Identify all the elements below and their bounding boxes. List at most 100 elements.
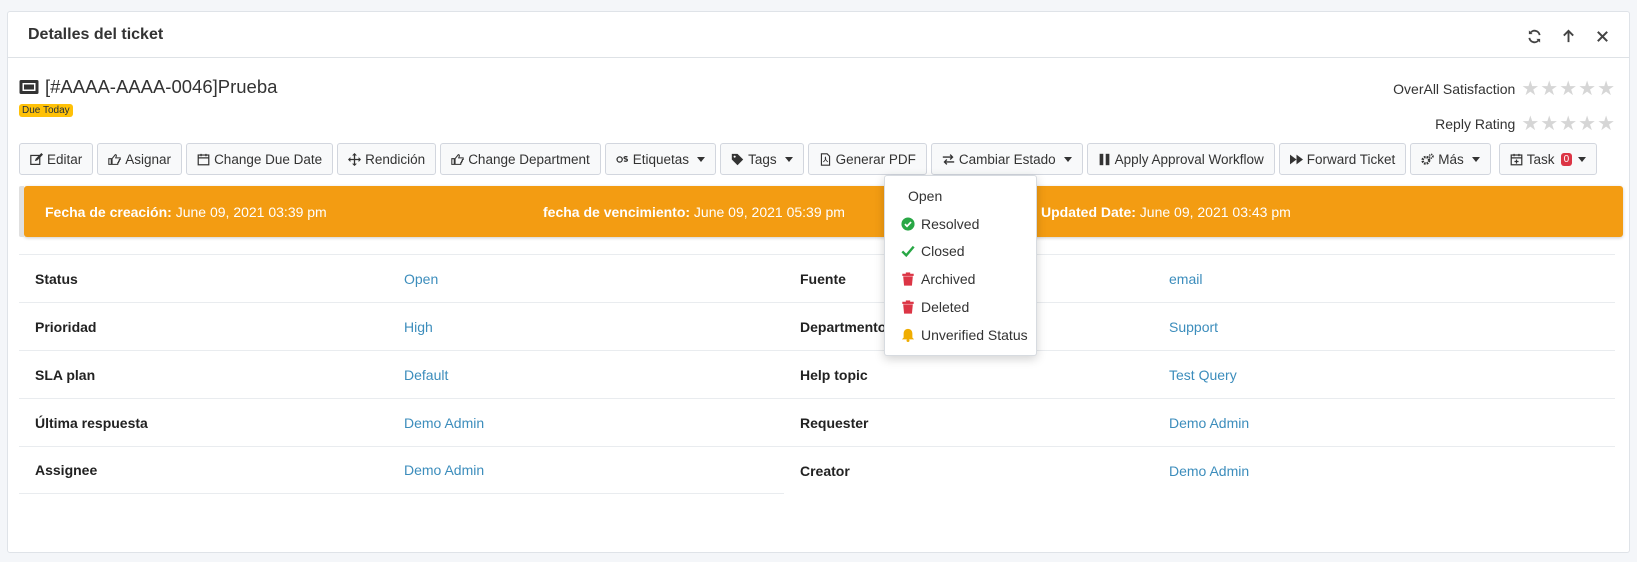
ticket-title: [#AAAA-AAAA-0046]Prueba (19, 76, 277, 98)
info-row-last-response: Última respuesta Demo Admin (19, 398, 784, 446)
info-value-link[interactable]: Open (404, 271, 438, 287)
edit-icon (30, 152, 43, 165)
info-value-link[interactable]: Demo Admin (404, 415, 484, 431)
tags-label: Tags (748, 151, 777, 167)
edit-label: Editar (47, 151, 83, 167)
calendar-icon (197, 153, 210, 165)
due-date: fecha de vencimiento: June 09, 2021 05:3… (543, 204, 845, 220)
star-icon[interactable]: ★ (1597, 114, 1615, 134)
generate-pdf-label: Generar PDF (835, 151, 916, 167)
caret-down-icon (697, 156, 706, 162)
apply-approval-workflow-button[interactable]: Apply Approval Workflow (1086, 143, 1275, 175)
trash-icon (902, 300, 914, 314)
overall-satisfaction-label: OverAll Satisfaction (1393, 81, 1516, 97)
surrender-button[interactable]: Rendición (337, 143, 437, 175)
refresh-icon[interactable] (1517, 24, 1551, 48)
status-option-deleted[interactable]: Deleted (885, 293, 1036, 321)
ticket-icon (19, 79, 39, 95)
task-dropdown-button[interactable]: Task 0 (1498, 143, 1598, 175)
status-option-label: Unverified Status (921, 326, 1028, 343)
close-icon[interactable] (1585, 24, 1619, 48)
status-option-resolved[interactable]: Resolved (885, 210, 1036, 238)
star-icon[interactable]: ★ (1521, 114, 1539, 134)
change-status-dropdown-button[interactable]: Cambiar Estado (930, 143, 1083, 175)
pause-icon (1099, 153, 1110, 165)
star-icon[interactable]: ★ (1540, 79, 1558, 99)
status-option-label: Open (908, 187, 943, 204)
assign-label: Asignar (125, 151, 172, 167)
status-option-open[interactable]: Open (885, 182, 1036, 210)
info-value-link[interactable]: email (1169, 271, 1202, 287)
info-value-link[interactable]: Default (404, 367, 448, 383)
bell-icon (901, 328, 915, 342)
change-due-date-label: Change Due Date (214, 151, 323, 167)
assign-button[interactable]: Asignar (97, 143, 183, 175)
apply-approval-workflow-label: Apply Approval Workflow (1114, 151, 1264, 167)
star-icon[interactable]: ★ (1559, 79, 1577, 99)
updated-date-value: June 09, 2021 03:43 pm (1135, 204, 1291, 220)
ticket-title-text: [#AAAA-AAAA-0046]Prueba (45, 76, 278, 97)
status-option-label: Resolved (921, 215, 980, 232)
exchange-icon (942, 153, 955, 165)
info-row-help-topic: Help topic Test Query (784, 350, 1615, 398)
overall-rating-stars[interactable]: ★ ★ ★ ★ ★ (1521, 79, 1615, 99)
status-option-label: Deleted (921, 299, 970, 316)
info-value-link[interactable]: Demo Admin (1169, 415, 1249, 431)
more-label: Más (1438, 151, 1464, 167)
info-label: Status (35, 270, 78, 287)
info-row-sla-plan: SLA plan Default (19, 350, 784, 398)
hand-point-icon (108, 153, 121, 165)
info-row-status: Status Open (19, 254, 784, 302)
updated-date-label: Updated Date: (1041, 204, 1136, 220)
info-row-priority: Prioridad High (19, 302, 784, 350)
status-option-unverified[interactable]: Unverified Status (885, 321, 1036, 349)
arrows-icon (348, 152, 362, 166)
arrow-up-icon[interactable] (1551, 24, 1585, 48)
updated-date: Updated Date: June 09, 2021 03:43 pm (1041, 204, 1291, 220)
change-department-label: Change Department (468, 151, 590, 167)
change-status-label: Cambiar Estado (958, 151, 1056, 167)
labels-label: Etiquetas (632, 151, 690, 167)
caret-down-icon (1063, 156, 1072, 162)
info-label: Help topic (800, 366, 868, 383)
info-value-link[interactable]: Support (1169, 319, 1218, 335)
forward-ticket-button[interactable]: Forward Ticket (1278, 143, 1407, 175)
edit-button[interactable]: Editar (19, 143, 94, 175)
info-label: Última respuesta (35, 414, 148, 431)
star-icon[interactable]: ★ (1578, 79, 1596, 99)
star-icon[interactable]: ★ (1559, 114, 1577, 134)
star-icon[interactable]: ★ (1540, 114, 1558, 134)
status-option-archived[interactable]: Archived (885, 265, 1036, 293)
due-badge: Due Today (19, 104, 73, 117)
change-due-date-button[interactable]: Change Due Date (186, 143, 334, 175)
ticket-toolbar: Editar Asignar Change Due Date Rendición… (19, 143, 1598, 175)
status-option-closed[interactable]: Closed (885, 238, 1036, 266)
info-value-link[interactable]: Demo Admin (404, 462, 484, 478)
info-value-link[interactable]: High (404, 319, 433, 335)
task-count-badge: 0 (1560, 152, 1573, 166)
star-icon[interactable]: ★ (1521, 79, 1539, 99)
star-icon[interactable]: ★ (1597, 79, 1615, 99)
generate-pdf-button[interactable]: Generar PDF (807, 143, 927, 175)
trash-icon (902, 272, 914, 286)
status-option-label: Closed (921, 243, 965, 260)
change-department-button[interactable]: Change Department (440, 143, 601, 175)
info-value-link[interactable]: Demo Admin (1169, 463, 1249, 479)
tags-dropdown-button[interactable]: Tags (720, 143, 804, 175)
status-option-label: Archived (921, 271, 976, 288)
date-banner: Fecha de creación: June 09, 2021 03:39 p… (19, 186, 1623, 237)
info-value-link[interactable]: Test Query (1169, 367, 1237, 383)
more-dropdown-button[interactable]: Más (1410, 143, 1491, 175)
ticket-info-left: Status Open Prioridad High SLA plan Defa… (19, 254, 784, 494)
forward-ticket-label: Forward Ticket (1306, 151, 1396, 167)
labels-icon (616, 155, 628, 163)
labels-dropdown-button[interactable]: Etiquetas (604, 143, 717, 175)
tag-icon (731, 153, 744, 165)
info-row-creator: Creator Demo Admin (784, 446, 1615, 494)
star-icon[interactable]: ★ (1578, 114, 1596, 134)
reply-rating-stars[interactable]: ★ ★ ★ ★ ★ (1521, 114, 1615, 134)
card-title: Detalles del ticket (28, 25, 164, 43)
info-label: Assignee (35, 462, 98, 478)
calendar-plus-icon (1510, 153, 1523, 165)
created-date-value: June 09, 2021 03:39 pm (171, 204, 327, 220)
